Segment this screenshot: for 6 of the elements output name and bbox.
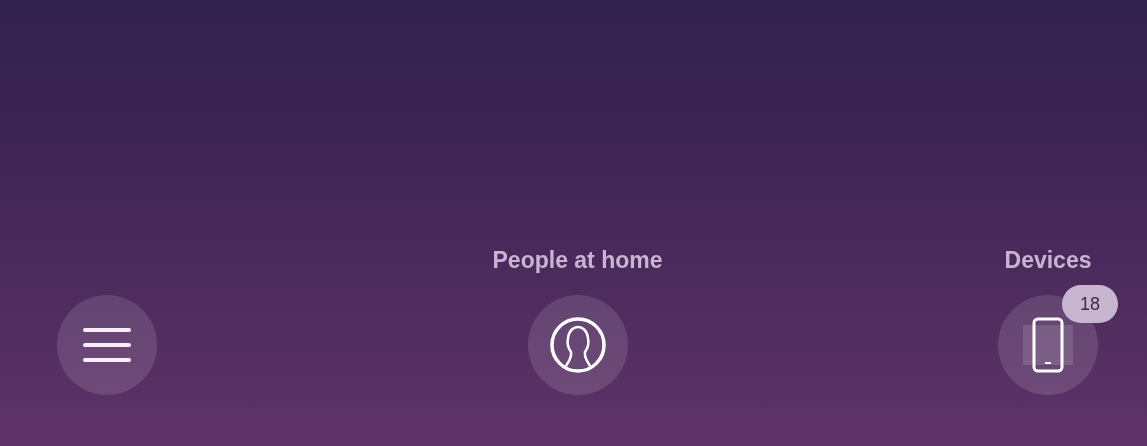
menu-icon	[83, 328, 131, 362]
nav-label: Devices	[1004, 245, 1092, 275]
phone-icon	[1022, 317, 1074, 373]
person-icon	[548, 316, 607, 374]
count-badge: 18	[1062, 285, 1118, 323]
nav-label: People at home	[492, 245, 663, 275]
